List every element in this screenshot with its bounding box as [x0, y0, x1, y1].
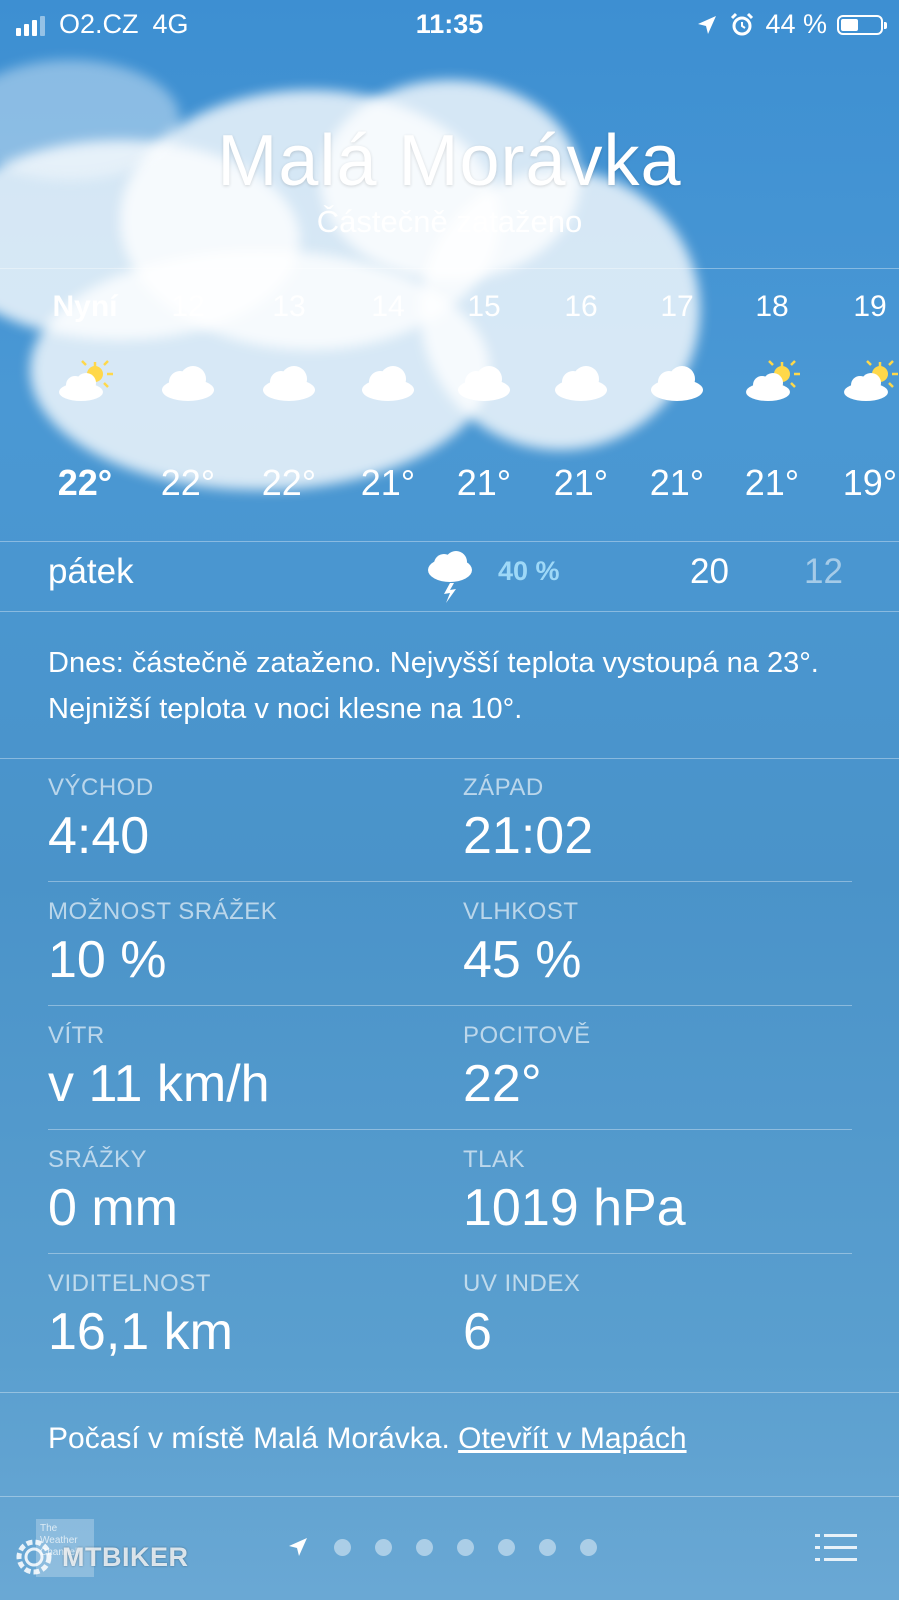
partly-sunny-icon — [840, 360, 899, 402]
detail-cell: TLAK 1019 hPa — [463, 1146, 863, 1238]
page-dot[interactable] — [498, 1538, 515, 1556]
detail-label: VLHKOST — [463, 898, 579, 925]
partly-sunny-icon — [55, 360, 115, 402]
precip-chance: 40 % — [498, 556, 560, 586]
location-arrow-icon — [698, 15, 717, 34]
cloud-icon — [259, 360, 319, 402]
alarm-icon — [731, 12, 754, 35]
page-dot[interactable] — [539, 1538, 556, 1556]
detail-value: 6 — [463, 1303, 492, 1361]
detail-row: SRÁŽKY 0 mm TLAK 1019 hPa — [48, 1130, 852, 1254]
battery-percent: 44 % — [765, 9, 827, 39]
page-indicator[interactable] — [286, 1535, 597, 1559]
high-temp: 20 — [690, 552, 729, 591]
hour-temp: 22° — [57, 462, 113, 503]
day-name: pátek — [48, 552, 134, 591]
detail-label: VÝCHOD — [48, 774, 154, 801]
detail-cell: VIDITELNOST 16,1 km — [48, 1270, 448, 1362]
hour-label: Nyní — [52, 290, 118, 323]
city-name: Malá Morávka — [217, 121, 682, 201]
detail-value: 1019 hPa — [463, 1179, 686, 1237]
detail-cell: POCITOVĚ 22° — [463, 1022, 863, 1114]
detail-value: v 11 km/h — [48, 1055, 270, 1113]
detail-value: 10 % — [48, 931, 167, 989]
divider — [0, 268, 899, 269]
detail-value: 22° — [463, 1055, 542, 1113]
detail-value: 16,1 km — [48, 1303, 233, 1361]
hour-label: 16 — [564, 290, 598, 323]
detail-label: VÍTR — [48, 1022, 105, 1049]
list-icon[interactable] — [815, 1533, 857, 1563]
detail-cell: ZÁPAD 21:02 — [463, 774, 863, 866]
status-bar: O2.CZ 4G 11:35 44 % — [0, 0, 899, 50]
cloud-icon — [454, 360, 514, 402]
divider — [0, 1392, 899, 1393]
detail-cell: SRÁŽKY 0 mm — [48, 1146, 448, 1238]
detail-label: POCITOVĚ — [463, 1022, 591, 1049]
hour-label: 18 — [755, 290, 789, 323]
detail-label: MOŽNOST SRÁŽEK — [48, 898, 278, 925]
hour-temp: 21° — [744, 462, 800, 503]
hour-label: 13 — [272, 290, 306, 323]
detail-row: VIDITELNOST 16,1 km UV INDEX 6 — [48, 1254, 852, 1377]
cloud-icon — [551, 360, 611, 402]
hour-label: 14 — [371, 290, 405, 323]
open-in-maps-link[interactable]: Otevřít v Mapách — [458, 1422, 686, 1455]
detail-row: VÍTR v 11 km/h POCITOVĚ 22° — [48, 1006, 852, 1130]
detail-cell: UV INDEX 6 — [463, 1270, 863, 1362]
cloud-icon — [358, 360, 418, 402]
hour-label: 12 — [171, 290, 205, 323]
page-dot[interactable] — [375, 1538, 392, 1556]
battery-icon — [837, 14, 887, 35]
hour-label: 19 — [853, 290, 887, 323]
detail-label: ZÁPAD — [463, 774, 544, 801]
low-temp: 12 — [804, 552, 843, 591]
hour-temp: 21° — [456, 462, 512, 503]
detail-cell: VÍTR v 11 km/h — [48, 1022, 448, 1114]
detail-value: 21:02 — [463, 807, 594, 865]
divider — [0, 611, 899, 612]
cloud-icon — [647, 360, 707, 402]
detail-row: MOŽNOST SRÁŽEK 10 % VLHKOST 45 % — [48, 882, 852, 1006]
detail-value: 4:40 — [48, 807, 150, 865]
mtbiker-watermark: MTBIKER — [12, 1535, 189, 1579]
hour-label: 17 — [660, 290, 694, 323]
current-condition: Částečně zataženo — [316, 204, 583, 239]
hour-temp: 21° — [360, 462, 416, 503]
detail-value: 0 mm — [48, 1179, 178, 1237]
page-dot[interactable] — [457, 1538, 474, 1556]
detail-value: 45 % — [463, 931, 582, 989]
hour-label: 15 — [467, 290, 501, 323]
hour-temp: 19° — [842, 462, 898, 503]
detail-label: TLAK — [463, 1146, 526, 1173]
hour-temp: 22° — [261, 462, 317, 503]
weather-details: VÝCHOD 4:40 ZÁPAD 21:02 MOŽNOST SRÁŽEK 10 % VL… — [48, 758, 852, 1377]
hour-temp: 21° — [649, 462, 705, 503]
hour-temp: 21° — [553, 462, 609, 503]
cloud-icon — [158, 360, 218, 402]
footer-text: Počasí v místě Malá Morávka. — [48, 1422, 450, 1455]
detail-row: VÝCHOD 4:40 ZÁPAD 21:02 — [48, 758, 852, 882]
thunderstorm-icon — [428, 551, 472, 603]
detail-label: VIDITELNOST — [48, 1270, 211, 1297]
page-dot[interactable] — [580, 1538, 597, 1556]
detail-cell: VÝCHOD 4:40 — [48, 774, 448, 866]
detail-cell: VLHKOST 45 % — [463, 898, 863, 990]
hour-temp: 22° — [160, 462, 216, 503]
hourly-forecast[interactable]: Nyní 22° 12 22° 13 22° 14 21° 15 21° 16 21° 17 21° 18 2… — [0, 270, 899, 542]
page-dot[interactable] — [416, 1538, 433, 1556]
location-arrow-icon[interactable] — [286, 1535, 310, 1559]
forecast-summary: Dnes: částečně zataženo. Nejvyšší teplot… — [48, 647, 819, 725]
bottom-toolbar: The Weather Channel MTBIKER — [0, 1497, 899, 1600]
footer: Počasí v místě Malá Morávka. Otevřít v M… — [48, 1422, 687, 1456]
daily-forecast-row: pátek 40 % 20 12 — [0, 542, 899, 612]
partly-sunny-icon — [742, 360, 802, 402]
detail-label: UV INDEX — [463, 1270, 581, 1297]
detail-cell: MOŽNOST SRÁŽEK 10 % — [48, 898, 448, 990]
detail-label: SRÁŽKY — [48, 1146, 148, 1173]
page-dot[interactable] — [334, 1538, 351, 1556]
watermark-text: MTBIKER — [62, 1541, 189, 1572]
gear-logo-icon — [16, 1539, 52, 1575]
